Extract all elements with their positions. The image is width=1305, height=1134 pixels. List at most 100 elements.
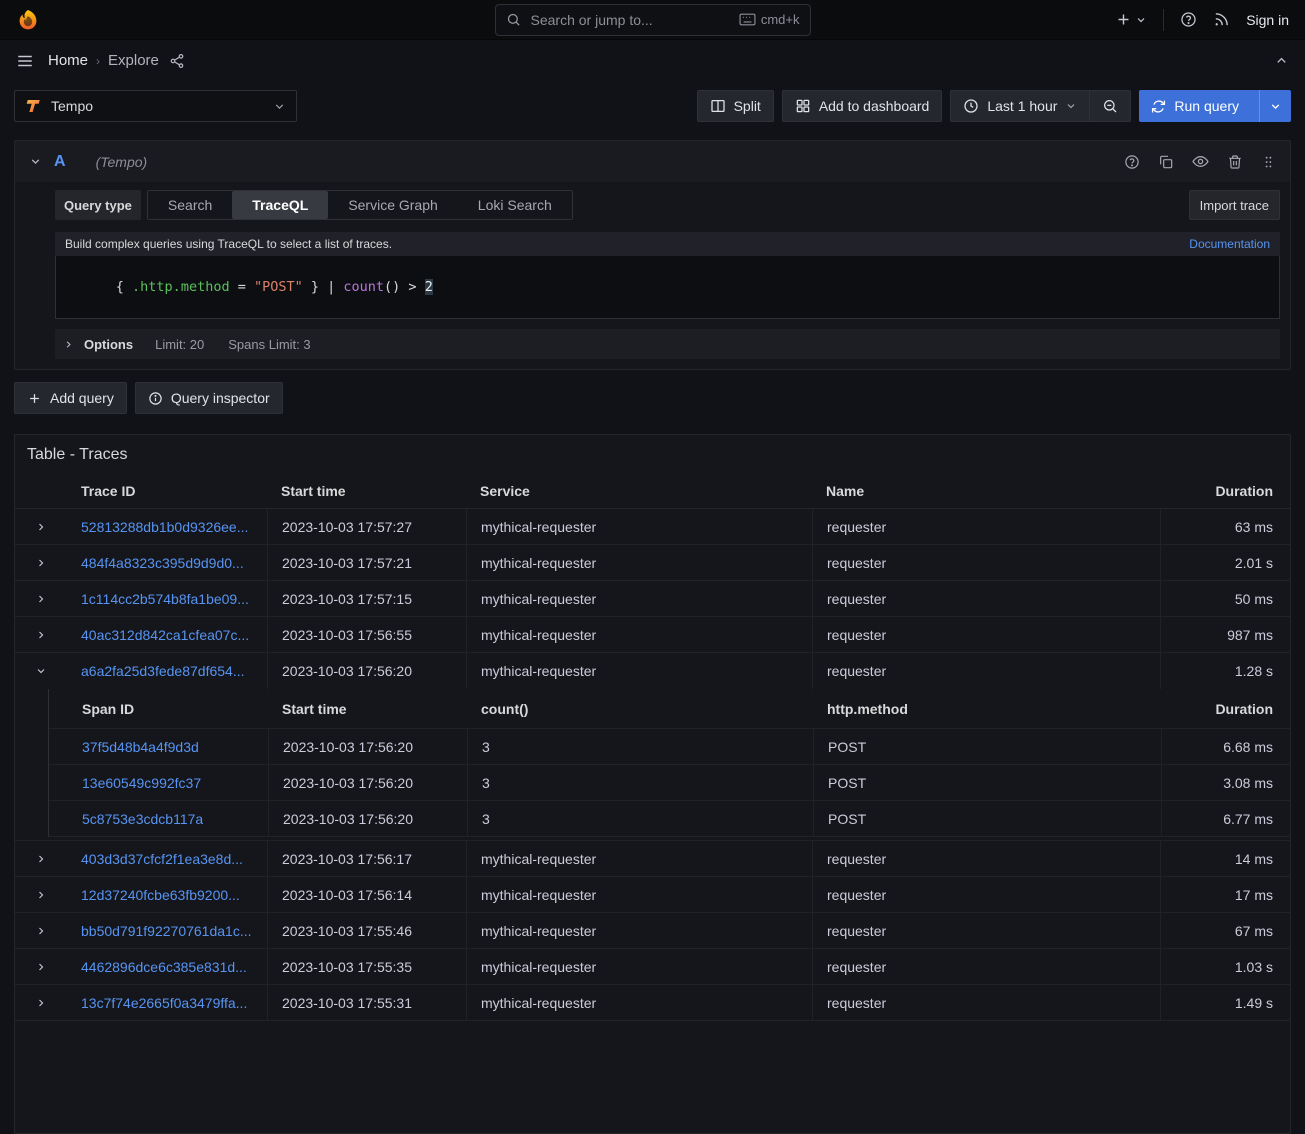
cell-start-time: 2023-10-03 17:57:21 (267, 545, 466, 580)
column-header-start-time[interactable]: Start time (267, 473, 466, 508)
table-row[interactable]: 13c7f74e2665f0a3479ffa...2023-10-03 17:5… (15, 985, 1290, 1021)
info-circle-icon (148, 391, 163, 406)
table-row[interactable]: 403d3d37cfcf2f1ea3e8d... 2023-10-03 17:56… (15, 841, 1290, 877)
row-expander[interactable] (15, 841, 67, 876)
column-header-name[interactable]: Name (812, 473, 1160, 508)
row-expander[interactable] (15, 949, 67, 984)
subheader-spacer (49, 689, 68, 728)
news-button[interactable] (1213, 11, 1230, 28)
span-column-header-start-time[interactable]: Start time (268, 689, 467, 728)
documentation-link[interactable]: Documentation (1189, 237, 1270, 251)
trace-link[interactable]: 52813288db1b0d9326ee... (81, 519, 248, 535)
span-link[interactable]: 5c8753e3cdcb117a (82, 811, 203, 827)
table-row[interactable]: 40ac312d842ca1cfea07c...2023-10-03 17:56… (15, 617, 1290, 653)
table-row[interactable]: 52813288db1b0d9326ee...2023-10-03 17:57:… (15, 509, 1290, 545)
chevron-right-icon (35, 889, 47, 901)
table-row[interactable]: 484f4a8323c395d9d9d0... 2023-10-03 17:57:… (15, 545, 1290, 581)
toggle-query-visibility-button[interactable] (1192, 153, 1209, 170)
row-expander[interactable] (15, 509, 67, 544)
cell-duration: 1.03 s (1160, 949, 1290, 984)
subtable-header-row: Span IDStart timecount()http.methodDurat… (49, 689, 1290, 729)
remove-query-button[interactable] (1227, 154, 1243, 170)
copy-icon (1158, 154, 1174, 170)
breadcrumb-explore[interactable]: Explore (108, 52, 159, 69)
query-row-header: A (Tempo) (15, 141, 1290, 182)
query-type-tab-traceql[interactable]: TraceQL (232, 191, 328, 219)
span-row[interactable]: 5c8753e3cdcb117a2023-10-03 17:56:203POST… (49, 801, 1290, 837)
add-to-dashboard-button[interactable]: Add to dashboard (782, 90, 943, 122)
cell-trace-id: 13c7f74e2665f0a3479ffa... (67, 985, 267, 1020)
query-type-tab-service-graph[interactable]: Service Graph (328, 191, 457, 219)
column-header-duration[interactable]: Duration (1160, 473, 1290, 508)
run-query-main[interactable]: Run query (1139, 90, 1251, 122)
row-expander[interactable] (15, 617, 67, 652)
span-link[interactable]: 37f5d48b4a4f9d3d (82, 739, 199, 755)
menu-toggle-button[interactable] (16, 52, 34, 70)
cell-name: requester (812, 877, 1160, 912)
span-link[interactable]: 13e60549c992fc37 (82, 775, 201, 791)
query-type-tab-loki-search[interactable]: Loki Search (458, 191, 572, 219)
trace-link[interactable]: 12d37240fcbe63fb9200... (81, 887, 240, 903)
row-expander[interactable] (15, 913, 67, 948)
run-query-dropdown[interactable] (1259, 90, 1291, 122)
query-options-toggle[interactable]: Options Limit: 20 Spans Limit: 3 (55, 329, 1280, 359)
breadcrumb-home[interactable]: Home (48, 52, 88, 69)
trace-link[interactable]: a6a2fa25d3fede87df654... (81, 663, 245, 679)
trace-link[interactable]: 1c114cc2b574b8fa1be09... (81, 591, 249, 607)
help-button[interactable] (1180, 11, 1197, 28)
code-token: () > (384, 279, 425, 295)
breadcrumb: Home › Explore (48, 52, 185, 69)
table-row[interactable]: a6a2fa25d3fede87df654...2023-10-03 17:56… (15, 653, 1290, 689)
trace-link[interactable]: 4462896dce6c385e831d... (81, 959, 247, 975)
span-row[interactable]: 13e60549c992fc372023-10-03 17:56:203POST… (49, 765, 1290, 801)
cell-span-id: 5c8753e3cdcb117a (68, 801, 268, 836)
span-column-header-http-method[interactable]: http.method (813, 689, 1161, 728)
span-column-header-count-[interactable]: count() (467, 689, 813, 728)
global-search[interactable]: cmd+k (495, 4, 811, 36)
table-row[interactable]: 1c114cc2b574b8fa1be09...2023-10-03 17:57… (15, 581, 1290, 617)
share-shortlink-button[interactable] (169, 53, 185, 69)
query-collapse-button[interactable] (29, 155, 42, 168)
row-expander[interactable] (15, 581, 67, 616)
trace-link[interactable]: 484f4a8323c395d9d9d0... (81, 555, 244, 571)
column-header-service[interactable]: Service (466, 473, 812, 508)
new-menu-button[interactable] (1115, 11, 1147, 28)
cell-service: mythical-requester (466, 877, 812, 912)
table-row[interactable]: 4462896dce6c385e831d...2023-10-03 17:55:… (15, 949, 1290, 985)
column-header-trace-id[interactable]: Trace ID (67, 473, 267, 508)
traceql-code-editor[interactable]: { .http.method = "POST" } | count() > 2 (55, 256, 1280, 319)
rss-icon (1213, 11, 1230, 28)
row-expander[interactable] (15, 545, 67, 580)
duplicate-query-button[interactable] (1158, 154, 1174, 170)
span-row[interactable]: 37f5d48b4a4f9d3d2023-10-03 17:56:203POST… (49, 729, 1290, 765)
sign-in-link[interactable]: Sign in (1246, 12, 1289, 28)
trace-link[interactable]: 13c7f74e2665f0a3479ffa... (81, 995, 247, 1011)
row-expander[interactable] (15, 877, 67, 912)
import-trace-button[interactable]: Import trace (1189, 190, 1280, 220)
datasource-picker[interactable]: Tempo (14, 90, 297, 122)
query-help-button[interactable] (1124, 154, 1140, 170)
row-expander[interactable] (15, 653, 67, 689)
query-inspector-button[interactable]: Query inspector (135, 382, 283, 414)
row-expander[interactable] (15, 985, 67, 1020)
trace-link[interactable]: bb50d791f92270761da1c... (81, 923, 252, 939)
run-query-button[interactable]: Run query (1139, 90, 1291, 122)
span-column-header-span-id[interactable]: Span ID (68, 689, 268, 728)
drag-handle[interactable] (1261, 154, 1276, 170)
trace-link[interactable]: 40ac312d842ca1cfea07c... (81, 627, 249, 643)
split-button[interactable]: Split (697, 90, 774, 122)
zoom-out-time-button[interactable] (1090, 90, 1131, 122)
trace-link[interactable]: 403d3d37cfcf2f1ea3e8d... (81, 851, 243, 867)
span-column-header-duration[interactable]: Duration (1161, 689, 1290, 728)
query-type-tab-search[interactable]: Search (148, 191, 232, 219)
table-row[interactable]: 12d37240fcbe63fb9200...2023-10-03 17:56:… (15, 877, 1290, 913)
grafana-logo-icon[interactable] (16, 8, 40, 32)
chevron-right-icon (35, 961, 47, 973)
time-range-picker[interactable]: Last 1 hour (950, 90, 1090, 122)
table-row[interactable]: bb50d791f92270761da1c...2023-10-03 17:55… (15, 913, 1290, 949)
cell-start-time: 2023-10-03 17:56:17 (267, 841, 466, 876)
search-input[interactable] (529, 11, 731, 29)
collapse-panel-button[interactable] (1274, 53, 1289, 68)
query-ref-id[interactable]: A (54, 153, 66, 171)
add-query-button[interactable]: Add query (14, 382, 127, 414)
